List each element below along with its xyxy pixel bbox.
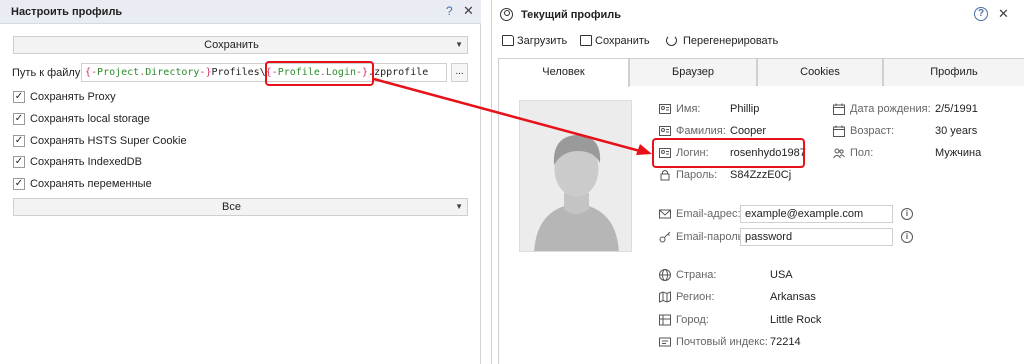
- profile-tabs: Человек Браузер Cookies Профиль: [498, 58, 1024, 87]
- panel-header: Настроить профиль ? ✕: [0, 0, 481, 24]
- help-icon[interactable]: ?: [446, 4, 453, 18]
- calendar-icon: [833, 103, 845, 115]
- save-mode-dropdown[interactable]: Сохранить ▼: [13, 36, 468, 54]
- person-tab-content: Имя: Phillip Фамилия: Cooper Логин: rose…: [498, 86, 1024, 364]
- email-password-field[interactable]: password: [740, 228, 893, 246]
- save-button-label: Сохранить: [595, 35, 650, 47]
- checkbox-check-icon[interactable]: ✓: [13, 91, 25, 103]
- load-button[interactable]: Загрузить: [502, 35, 567, 47]
- path-segment-plain: .zpprofile: [368, 67, 429, 78]
- chevron-down-icon: ▼: [455, 40, 463, 49]
- globe-icon: [659, 269, 671, 281]
- load-button-label: Загрузить: [517, 35, 568, 47]
- tab-browser[interactable]: Браузер: [629, 58, 757, 86]
- save-mode-label: Сохранить: [204, 39, 259, 51]
- file-path-label: Путь к файлу: [12, 67, 81, 79]
- refresh-icon: [666, 35, 677, 46]
- zip-value: 72214: [770, 336, 801, 348]
- sex-label: Пол:: [850, 147, 874, 159]
- close-icon[interactable]: ✕: [463, 3, 474, 19]
- info-icon[interactable]: i: [901, 208, 913, 220]
- path-segment-brace: -}: [199, 67, 212, 78]
- file-path-input[interactable]: {-Project.Directory-}Profiles\{-Profile.…: [81, 63, 447, 82]
- chevron-down-icon: ▼: [455, 202, 463, 211]
- folder-icon: [502, 35, 514, 46]
- all-options-label: Все: [222, 201, 241, 213]
- checkbox-check-icon[interactable]: ✓: [13, 178, 25, 190]
- toolbar: Загрузить Сохранить Перегенерировать: [492, 31, 1024, 53]
- email-field[interactable]: example@example.com: [740, 205, 893, 223]
- checkbox-label: Сохранять IndexedDB: [30, 156, 142, 168]
- tab-cookies[interactable]: Cookies: [757, 58, 883, 86]
- map-icon: [659, 291, 671, 303]
- info-icon[interactable]: i: [901, 231, 913, 243]
- age-label: Возраст:: [850, 125, 895, 137]
- checkbox-label: Сохранять local storage: [30, 113, 150, 125]
- checkbox-check-icon[interactable]: ✓: [13, 156, 25, 168]
- close-icon[interactable]: ✕: [998, 6, 1009, 22]
- lock-icon: [660, 170, 670, 181]
- region-value: Arkansas: [770, 291, 816, 303]
- region-label: Регион:: [676, 291, 715, 303]
- id-card-icon: [659, 126, 671, 136]
- name-value: Phillip: [730, 103, 760, 115]
- password-value: S84ZzzE0Cj: [730, 169, 792, 181]
- city-value: Little Rock: [770, 314, 822, 326]
- checkbox-label: Сохранять Proxy: [30, 91, 116, 103]
- regenerate-button[interactable]: Перегенерировать: [666, 35, 778, 47]
- all-options-dropdown[interactable]: Все ▼: [13, 198, 468, 216]
- name-label: Имя:: [676, 103, 701, 115]
- country-label: Страна:: [676, 269, 717, 281]
- checkbox-label: Сохранять HSTS Super Cookie: [30, 135, 187, 147]
- login-variable-highlight: [265, 61, 374, 86]
- zip-label: Почтовый индекс:: [676, 336, 768, 348]
- checkbox-check-icon[interactable]: ✓: [13, 113, 25, 125]
- email-password-label: Email-пароль:: [676, 231, 747, 243]
- city-label: Город:: [676, 314, 709, 326]
- regenerate-button-label: Перегенерировать: [683, 35, 779, 47]
- password-label: Пароль:: [676, 169, 718, 181]
- save-button[interactable]: Сохранить: [580, 35, 650, 47]
- mail-icon: [659, 209, 671, 219]
- surname-label: Фамилия:: [676, 125, 726, 137]
- path-segment-var: Directory: [145, 67, 200, 78]
- birth-date-value: 2/5/1991: [935, 103, 978, 115]
- panel-header: Текущий профиль ? ✕: [492, 0, 1024, 29]
- birth-date-label: Дата рождения:: [850, 103, 931, 115]
- email-label: Email-адрес:: [676, 208, 741, 220]
- tab-person[interactable]: Человек: [498, 58, 629, 87]
- save-icon: [580, 35, 592, 46]
- profile-settings-panel: Настроить профиль ? ✕ Сохранить ▼ Путь к…: [0, 0, 481, 364]
- tab-profile[interactable]: Профиль: [883, 58, 1024, 86]
- checkbox-check-icon[interactable]: ✓: [13, 135, 25, 147]
- calendar-icon: [833, 125, 845, 137]
- checkbox-label: Сохранять переменные: [30, 178, 152, 190]
- age-value: 30 years: [935, 125, 978, 137]
- key-icon: [659, 231, 671, 243]
- postbox-icon: [659, 337, 671, 347]
- avatar-silhouette-icon: [520, 101, 631, 251]
- id-card-icon: [659, 104, 671, 114]
- panel-title: Настроить профиль: [11, 6, 123, 18]
- panel-title: Текущий профиль: [521, 9, 621, 21]
- path-segment-var: Project: [97, 67, 140, 78]
- people-icon: [833, 148, 845, 159]
- user-icon: [500, 8, 513, 21]
- path-segment-plain: Profiles\: [211, 67, 266, 78]
- help-icon[interactable]: ?: [974, 7, 988, 21]
- current-profile-panel: Текущий профиль ? ✕ Загрузить Сохранить …: [491, 0, 1024, 364]
- browse-button[interactable]: ...: [451, 63, 468, 82]
- sex-value: Мужчина: [935, 147, 982, 159]
- city-icon: [659, 314, 671, 326]
- avatar: [519, 100, 632, 252]
- path-segment-brace: {-: [85, 67, 98, 78]
- login-field-highlight: [652, 138, 805, 168]
- country-value: USA: [770, 269, 793, 281]
- surname-value: Cooper: [730, 125, 767, 137]
